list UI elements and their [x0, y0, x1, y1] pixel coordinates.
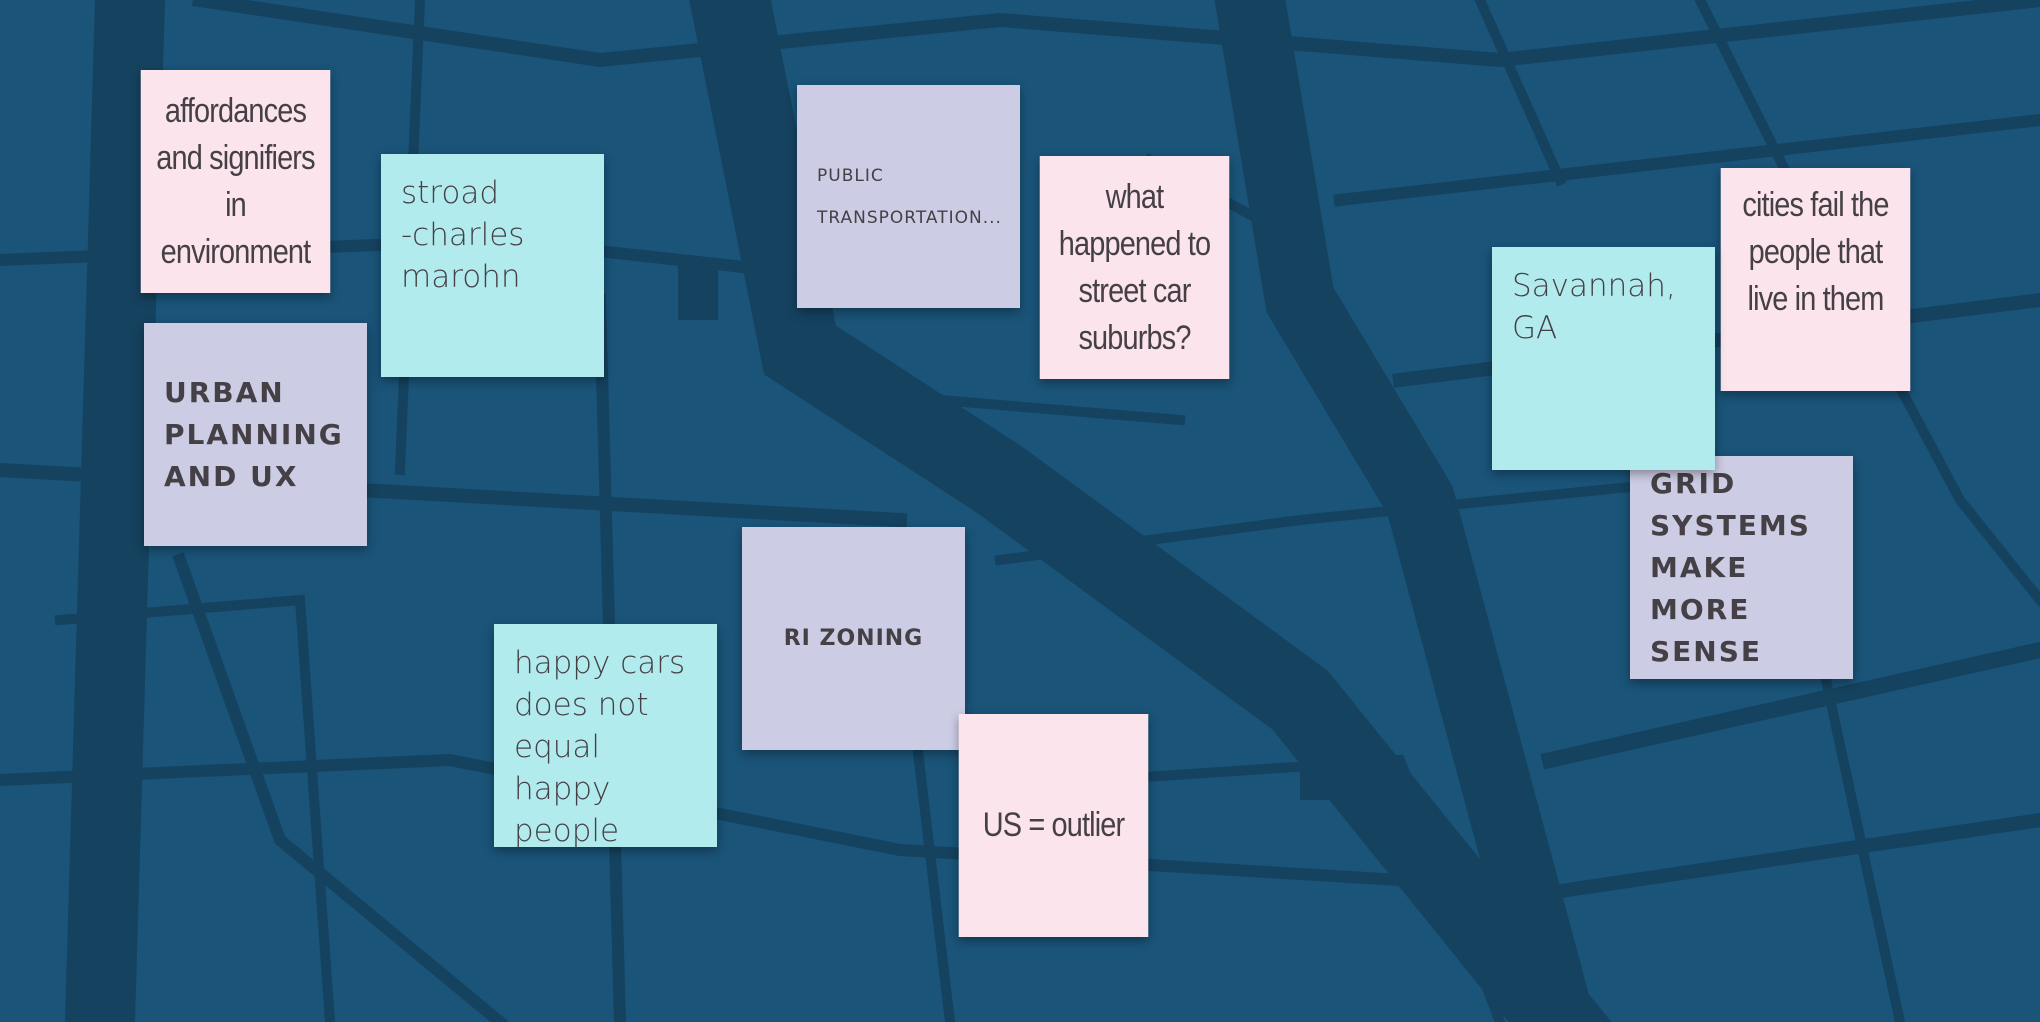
sticky-note-cities-fail[interactable]: cities fail the people that live in them: [1720, 168, 1911, 391]
note-text: what happened to street car suburbs?: [1058, 177, 1211, 357]
note-text: RI ZONING: [783, 625, 924, 651]
sticky-note-grid-systems[interactable]: GRID SYSTEMS MAKE MORE SENSE: [1630, 456, 1853, 679]
note-text: URBAN PLANNING AND UX: [164, 375, 344, 493]
sticky-note-public-transportation[interactable]: PUBLIC TRANSPORTATION...: [797, 85, 1020, 308]
sticky-note-stroad[interactable]: stroad -charles marohn: [381, 154, 604, 377]
sticky-note-happy-cars[interactable]: happy cars does not equal happy people: [494, 624, 717, 849]
note-text: GRID SYSTEMS MAKE MORE SENSE: [1650, 466, 1811, 668]
note-text: PUBLIC TRANSPORTATION...: [817, 165, 1002, 228]
note-text: US = outlier: [982, 806, 1125, 844]
sticky-note-savannah[interactable]: Savannah, GA: [1492, 247, 1715, 470]
note-text: happy cars does not equal happy people: [514, 645, 686, 849]
note-text: affordances and signifiers in environmen…: [156, 91, 315, 271]
sticky-note-urban-planning[interactable]: URBAN PLANNING AND UX: [144, 323, 367, 546]
sticky-note-street-car-suburbs[interactable]: what happened to street car suburbs?: [1039, 156, 1230, 379]
sticky-note-ri-zoning[interactable]: RI ZONING: [742, 527, 965, 750]
note-text: cities fail the people that live in them: [1742, 186, 1889, 318]
sticky-note-us-outlier[interactable]: US = outlier: [958, 714, 1149, 937]
note-text: stroad -charles marohn: [401, 175, 525, 295]
note-text: Savannah, GA: [1512, 268, 1676, 346]
sticky-note-affordances[interactable]: affordances and signifiers in environmen…: [140, 70, 331, 293]
